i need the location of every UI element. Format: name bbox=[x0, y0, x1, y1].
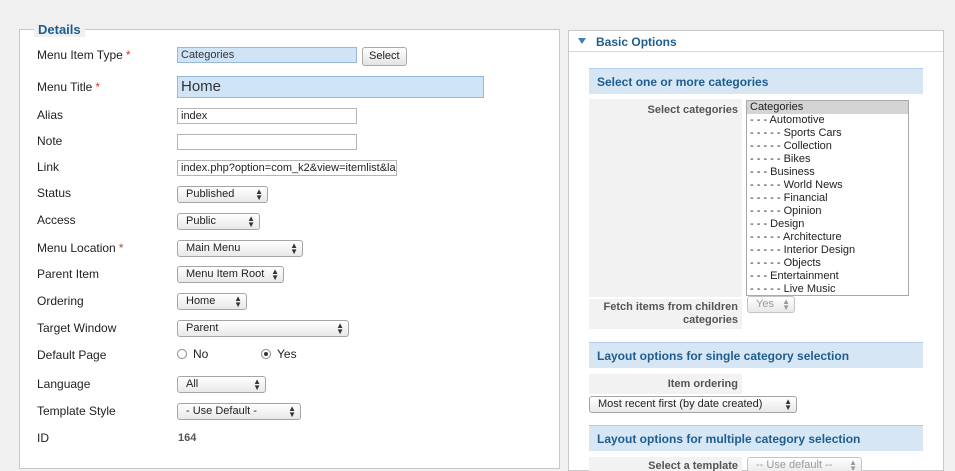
category-option[interactable]: - - - - - Live Music bbox=[747, 283, 908, 295]
link-input[interactable]: index.php?option=com_k2&view=itemlist&la bbox=[177, 160, 397, 176]
menu-location-label: Menu Location * bbox=[37, 241, 124, 255]
link-label: Link bbox=[37, 160, 60, 174]
categories-listbox[interactable]: Categories - - - Automotive - - - - - Sp… bbox=[746, 100, 909, 296]
collapse-triangle-icon bbox=[578, 38, 586, 44]
required-marker: * bbox=[95, 80, 101, 94]
menu-location-select[interactable]: Main Menu ▲ ▼ bbox=[177, 240, 303, 257]
parent-item-select[interactable]: Menu Item Root ▲ ▼ bbox=[177, 266, 284, 283]
fetch-children-label: Fetch items from children categories bbox=[589, 299, 742, 329]
target-window-select[interactable]: Parent ▲ ▼ bbox=[177, 320, 349, 337]
required-marker: * bbox=[118, 241, 124, 255]
details-legend: Details bbox=[34, 22, 85, 37]
default-page-no-radio[interactable]: No bbox=[177, 347, 208, 361]
category-option[interactable]: - - - Design bbox=[747, 218, 908, 231]
section-select-categories: Select one or more categories bbox=[589, 68, 923, 94]
select-template-select[interactable]: -- Use default -- ▲ ▼ bbox=[747, 457, 862, 471]
category-option[interactable]: - - - - - Collection bbox=[747, 140, 908, 153]
select-arrows-icon: ▲ ▼ bbox=[290, 241, 298, 256]
alias-input[interactable]: index bbox=[177, 108, 357, 124]
select-arrows-icon: ▲ ▼ bbox=[253, 377, 261, 392]
radio-on-icon bbox=[261, 349, 271, 359]
language-select[interactable]: All ▲ ▼ bbox=[177, 376, 266, 393]
category-option[interactable]: - - - Automotive bbox=[747, 114, 908, 127]
ordering-label: Ordering bbox=[37, 294, 84, 308]
category-option[interactable]: - - - - - Sports Cars bbox=[747, 127, 908, 140]
select-arrows-icon: ▲ ▼ bbox=[255, 187, 263, 202]
note-label: Note bbox=[37, 134, 63, 148]
template-style-select[interactable]: - Use Default - ▲ ▼ bbox=[177, 403, 301, 420]
required-marker: * bbox=[125, 48, 131, 62]
access-select[interactable]: Public ▲ ▼ bbox=[177, 213, 260, 230]
access-label: Access bbox=[37, 213, 76, 227]
category-option[interactable]: - - - - - Financial bbox=[747, 192, 908, 205]
fetch-children-select[interactable]: Yes ▲ ▼ bbox=[747, 296, 795, 313]
category-option[interactable]: - - - - - Opinion bbox=[747, 205, 908, 218]
id-label: ID bbox=[37, 431, 49, 445]
menu-item-type-field[interactable]: Categories bbox=[177, 47, 357, 63]
category-option[interactable]: - - - Business bbox=[747, 166, 908, 179]
select-arrows-icon: ▲ ▼ bbox=[849, 458, 857, 471]
section-multiple-category-layout: Layout options for multiple category sel… bbox=[589, 425, 923, 451]
select-arrows-icon: ▲ ▼ bbox=[336, 321, 344, 336]
select-arrows-icon: ▲ ▼ bbox=[247, 214, 255, 229]
menu-item-type-label: Menu Item Type * bbox=[37, 48, 131, 62]
category-option[interactable]: - - - Entertainment bbox=[747, 270, 908, 283]
item-ordering-select[interactable]: Most recent first (by date created) ▲ ▼ bbox=[589, 396, 797, 413]
menu-title-input[interactable]: Home bbox=[177, 76, 484, 98]
category-option[interactable]: - - - - - Bikes bbox=[747, 153, 908, 166]
id-value: 164 bbox=[178, 432, 197, 444]
select-template-label: Select a template bbox=[589, 457, 742, 471]
select-menu-type-button[interactable]: Select bbox=[362, 47, 407, 66]
ordering-select[interactable]: Home ▲ ▼ bbox=[177, 293, 247, 310]
select-arrows-icon: ▲ ▼ bbox=[288, 404, 296, 419]
category-option[interactable]: - - - - - Interior Design bbox=[747, 244, 908, 257]
template-style-label: Template Style bbox=[37, 404, 116, 418]
category-option[interactable]: Categories bbox=[747, 101, 908, 114]
category-option[interactable]: - - - - - World News bbox=[747, 179, 908, 192]
section-single-category-layout: Layout options for single category selec… bbox=[589, 342, 923, 368]
language-label: Language bbox=[37, 377, 91, 391]
select-categories-label: Select categories bbox=[589, 99, 742, 297]
menu-title-label: Menu Title * bbox=[37, 80, 101, 94]
target-window-label: Target Window bbox=[37, 321, 117, 335]
status-select[interactable]: Published ▲ ▼ bbox=[177, 186, 268, 203]
select-arrows-icon: ▲ ▼ bbox=[784, 397, 792, 412]
basic-options-title: Basic Options bbox=[596, 35, 677, 49]
select-arrows-icon: ▲ ▼ bbox=[234, 294, 242, 309]
status-label: Status bbox=[37, 186, 72, 200]
default-page-yes-radio[interactable]: Yes bbox=[261, 347, 297, 361]
item-ordering-label: Item ordering bbox=[589, 374, 742, 394]
category-option[interactable]: - - - - - Architecture bbox=[747, 231, 908, 244]
alias-label: Alias bbox=[37, 108, 64, 122]
basic-options-header[interactable]: Basic Options bbox=[569, 31, 943, 52]
category-option[interactable]: - - - - - Objects bbox=[747, 257, 908, 270]
note-input[interactable] bbox=[177, 134, 357, 150]
select-arrows-icon: ▲ ▼ bbox=[271, 267, 279, 282]
select-arrows-icon: ▲ ▼ bbox=[782, 297, 790, 312]
parent-item-label: Parent Item bbox=[37, 267, 100, 281]
default-page-label: Default Page bbox=[37, 348, 107, 362]
radio-off-icon bbox=[177, 349, 187, 359]
